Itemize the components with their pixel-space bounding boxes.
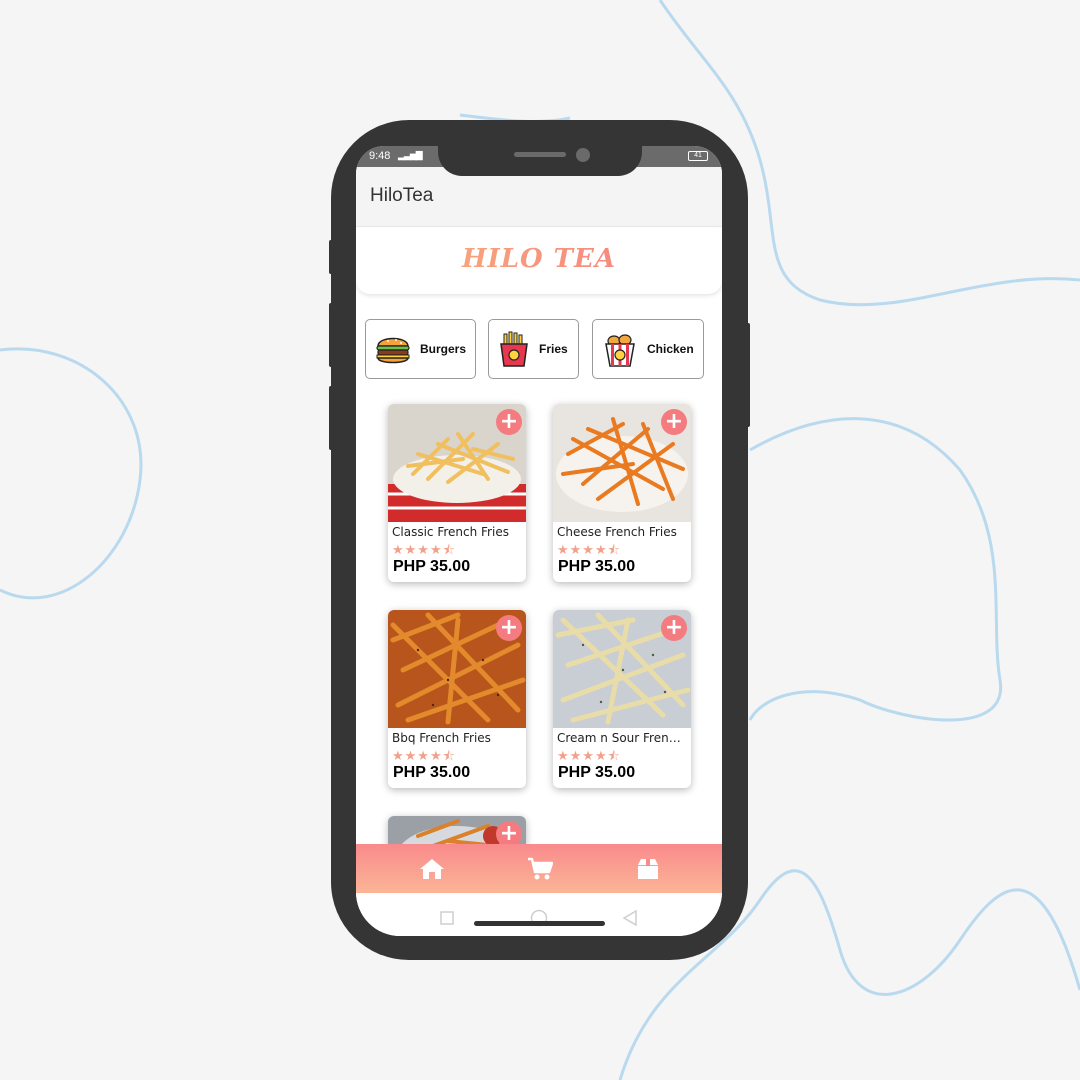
recents-icon[interactable] [440, 911, 454, 925]
side-button [329, 303, 333, 367]
category-fries[interactable]: Fries [488, 319, 579, 379]
box-icon[interactable] [635, 856, 661, 882]
product-price: PHP 35.00 [393, 764, 471, 781]
battery-icon: 41 [688, 151, 708, 161]
add-to-cart-button[interactable]: + [661, 615, 687, 641]
product-name: Bbq French Fries [392, 731, 491, 745]
category-label: Fries [539, 342, 568, 356]
product-name: Cream n Sour French Fries [557, 731, 687, 745]
side-button [329, 386, 333, 450]
add-to-cart-button[interactable]: + [661, 409, 687, 435]
brand-logo: HILO TEA [356, 244, 722, 274]
status-time: 9:48 [369, 150, 391, 162]
side-button [329, 240, 333, 274]
cart-icon[interactable] [527, 856, 553, 882]
product-card[interactable]: + Bbq French Fries ★★★★⯪ PHP 35.00 [388, 610, 526, 788]
burger-icon [376, 337, 410, 364]
add-to-cart-button[interactable]: + [496, 615, 522, 641]
side-button [746, 323, 750, 427]
logo-banner: HILO TEA [356, 228, 722, 294]
product-card[interactable]: + Cream n Sour French Fries ★★★★⯪ PHP 35… [553, 610, 691, 788]
product-card[interactable]: + Cheese French Fries ★★★★⯪ PHP 35.00 [553, 404, 691, 582]
category-burgers[interactable]: Burgers [365, 319, 476, 379]
front-camera [576, 148, 590, 162]
product-card[interactable]: + Classic French Fries ★★★★⯪ PHP 35.00 [388, 404, 526, 582]
system-nav-bar [356, 893, 722, 936]
category-label: Burgers [420, 342, 467, 356]
product-price: PHP 35.00 [393, 558, 471, 575]
fries-icon [500, 331, 528, 367]
phone-screen: 9:48 ▂▃▅▇ 41 HiloTea HILO TEA Burgers Fr… [356, 146, 722, 936]
back-icon[interactable] [622, 910, 638, 926]
category-chicken[interactable]: Chicken [592, 319, 704, 379]
gesture-bar[interactable] [474, 921, 605, 926]
signal-icon: ▂▃▅▇ [398, 150, 423, 160]
chicken-bucket-icon [605, 334, 635, 367]
home-icon[interactable] [419, 856, 445, 882]
add-to-cart-button[interactable]: + [496, 409, 522, 435]
product-name: Classic French Fries [392, 525, 509, 539]
product-price: PHP 35.00 [558, 558, 636, 575]
bottom-nav [356, 844, 722, 893]
product-name: Cheese French Fries [557, 525, 677, 539]
product-price: PHP 35.00 [558, 764, 636, 781]
category-label: Chicken [647, 342, 694, 356]
app-bar: HiloTea [356, 167, 722, 227]
speaker-grille [514, 152, 566, 157]
app-title: HiloTea [370, 185, 434, 206]
